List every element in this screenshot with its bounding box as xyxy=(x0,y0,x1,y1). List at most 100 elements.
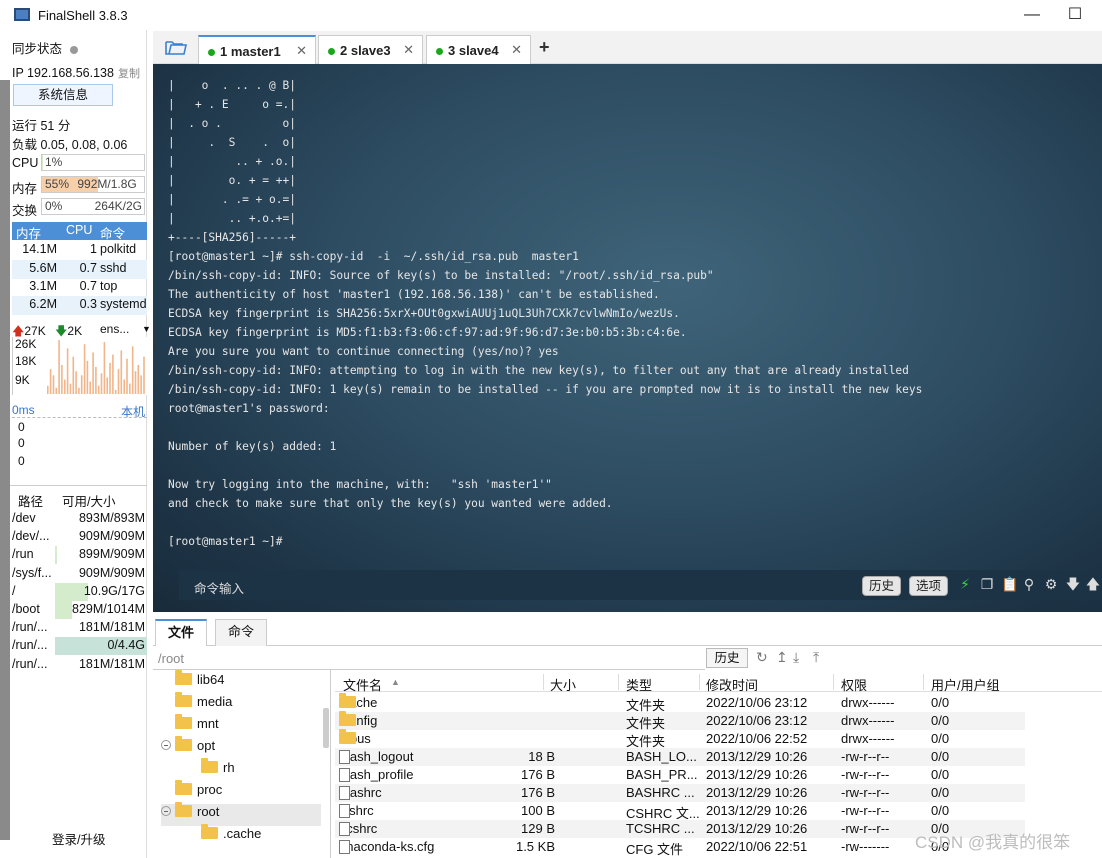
file-row[interactable]: .cshrc 100 B CSHRC 文... 2013/12/29 10:26 -rw… xyxy=(335,802,1025,821)
tree-item-mnt[interactable]: mnt xyxy=(161,714,219,738)
close-icon[interactable]: ✕ xyxy=(296,43,307,59)
command-input-field[interactable]: 命令输入 xyxy=(194,578,244,597)
file-row[interactable]: .cache 文件夹 2022/10/06 23:12 drwx------ 0/0 xyxy=(335,693,1025,713)
process-row[interactable]: 5.6M 0.7 sshd xyxy=(12,260,147,279)
path-input[interactable]: /root xyxy=(158,651,184,666)
terminal-output[interactable]: | o . .. . @ B| | + . E o =.| | . o . o| | … xyxy=(168,76,922,551)
disk-row[interactable]: /run/... 181M/181M xyxy=(12,619,147,637)
copy-ip-link[interactable]: 复制 xyxy=(118,68,140,80)
tree-item-proc[interactable]: proc xyxy=(161,780,222,804)
disk-col-path[interactable]: 路径 xyxy=(18,491,43,510)
disk-row[interactable]: /run/... 181M/181M xyxy=(12,656,147,674)
window-title: FinalShell 3.8.3 xyxy=(38,8,128,23)
mem-meter: 55% 992M/1.8G xyxy=(41,176,145,193)
parent-dir-icon[interactable]: ↥ xyxy=(776,649,788,666)
file-row[interactable]: .bash_logout 18 B BASH_LO... 2013/12/29 10:… xyxy=(335,748,1025,766)
col-owner[interactable]: 用户/用户组 xyxy=(931,675,1000,694)
tree-item-media[interactable]: media xyxy=(161,692,232,716)
process-row[interactable]: 3.1M 0.7 top xyxy=(12,278,147,297)
net-bar xyxy=(92,352,94,394)
file-name-cell: .bash_logout xyxy=(339,749,413,764)
disk-row[interactable]: /sys/f... 909M/909M xyxy=(12,565,147,583)
net-interface-select[interactable]: ens... xyxy=(100,322,129,336)
upload-icon[interactable]: ⤒ xyxy=(813,649,819,666)
disk-value: 10.9G/17G xyxy=(83,583,145,598)
disk-row[interactable]: /boot 829M/1014M xyxy=(12,601,147,619)
net-bar xyxy=(58,340,60,394)
minimize-button[interactable]: — xyxy=(1012,0,1052,30)
tab-commands[interactable]: 命令 xyxy=(215,619,268,646)
file-row[interactable]: .config 文件夹 2022/10/06 23:12 drwx------ 0/0 xyxy=(335,711,1025,731)
file-name: .bash_profile xyxy=(339,767,414,782)
gear-icon[interactable]: ⚙ xyxy=(1043,576,1059,592)
proc-col-mem[interactable]: 内存 xyxy=(16,223,41,242)
tab-slave3[interactable]: 2 slave3 ✕ xyxy=(318,35,423,64)
tab-master1[interactable]: 1 master1 ✕ xyxy=(198,35,316,64)
folder-icon xyxy=(201,758,218,773)
file-row[interactable]: .dbus文件夹2022/10/06 22:52drwx------0/0 xyxy=(335,729,1025,749)
file-name-cell: .cache xyxy=(339,693,377,710)
proc-cpu: 0.3 xyxy=(79,297,97,311)
maximize-button[interactable]: ☐ xyxy=(1055,0,1095,30)
col-divider xyxy=(923,674,924,690)
proc-col-cmd[interactable]: 命令 xyxy=(100,223,125,242)
file-row[interactable]: .bashrc 176 B BASHRC ... 2013/12/29 10:26 -r… xyxy=(335,784,1025,802)
download-icon[interactable]: ⤓ xyxy=(793,649,799,666)
swap-value: 264K/2G xyxy=(94,199,142,213)
refresh-icon[interactable]: ↻ xyxy=(756,649,768,666)
proc-col-cpu[interactable]: CPU xyxy=(66,223,92,237)
col-mtime[interactable]: 修改时间 xyxy=(706,675,758,694)
file-size: 100 B xyxy=(521,803,555,818)
file-row[interactable]: .bash_profile 176 B BASH_PR... 2013/12/29 1… xyxy=(335,766,1025,784)
tree-item-rh[interactable]: rh xyxy=(187,758,235,782)
disk-row[interactable]: /run 899M/909M xyxy=(12,546,147,565)
net-bar xyxy=(66,348,69,394)
history-button[interactable]: 历史 xyxy=(862,576,902,596)
close-icon[interactable]: ✕ xyxy=(403,42,414,58)
net-bar xyxy=(78,387,80,394)
tab-files[interactable]: 文件 xyxy=(155,619,208,646)
search-icon[interactable]: ⚲ xyxy=(1021,576,1037,592)
options-button[interactable]: 选项 xyxy=(909,576,949,596)
tree-item-root[interactable]: root xyxy=(161,802,321,826)
net-bar xyxy=(69,383,72,394)
file-mtime: 2022/10/06 22:52 xyxy=(706,731,808,746)
collapse-icon[interactable] xyxy=(161,740,171,750)
disk-row[interactable]: /dev/... 909M/909M xyxy=(12,528,147,546)
process-row[interactable]: 14.1M 1 polkitd xyxy=(12,241,147,260)
disk-row[interactable]: /run/... 0/4.4G xyxy=(12,637,147,656)
col-perm[interactable]: 权限 xyxy=(841,675,867,694)
process-row[interactable]: 6.2M 0.3 systemd xyxy=(12,296,147,315)
close-icon[interactable]: ✕ xyxy=(511,42,522,58)
folder-icon[interactable] xyxy=(165,39,187,55)
tree-scrollbar[interactable] xyxy=(323,708,329,748)
net-axis-label: 9K xyxy=(15,373,30,387)
tree-item-lib64[interactable]: lib64 xyxy=(161,670,224,694)
copy-icon[interactable]: ❐ xyxy=(979,576,995,592)
sysinfo-button[interactable]: 系统信息 xyxy=(13,84,113,106)
collapse-icon[interactable] xyxy=(161,806,171,816)
folder-icon xyxy=(175,780,192,795)
path-history-button[interactable]: 历史 xyxy=(706,648,748,668)
tab-slave4[interactable]: 3 slave4 ✕ xyxy=(426,35,531,64)
paste-icon[interactable]: 📋 xyxy=(1001,576,1018,592)
download-icon[interactable]: 🡇 xyxy=(1065,576,1081,592)
disk-path: /run xyxy=(12,547,34,562)
sort-asc-icon[interactable]: ▲ xyxy=(391,677,400,687)
col-size[interactable]: 大小 xyxy=(550,675,576,694)
col-type[interactable]: 类型 xyxy=(626,675,652,694)
lightning-icon[interactable]: ⚡ xyxy=(957,576,973,592)
add-tab-icon[interactable]: + xyxy=(539,37,550,58)
terminal-area[interactable]: | o . .. . @ B| | + . E o =.| | . o . o| | … xyxy=(153,64,1102,612)
disk-row[interactable]: / 10.9G/17G xyxy=(12,582,147,601)
upload-icon[interactable]: 🡅 xyxy=(1085,576,1101,592)
chevron-down-icon[interactable]: ▼ xyxy=(142,324,151,334)
col-filename[interactable]: 文件名 xyxy=(343,675,382,694)
proc-cmd: sshd xyxy=(100,261,127,275)
tree-item-opt[interactable]: opt xyxy=(161,736,215,760)
login-upgrade-link[interactable]: 登录/升级 xyxy=(52,829,105,848)
disk-col-size[interactable]: 可用/大小 xyxy=(62,491,115,510)
tree-item-cache[interactable]: .cache xyxy=(187,824,261,848)
sync-label: 同步状态 xyxy=(12,42,63,56)
disk-row[interactable]: /dev 893M/893M xyxy=(12,510,147,528)
